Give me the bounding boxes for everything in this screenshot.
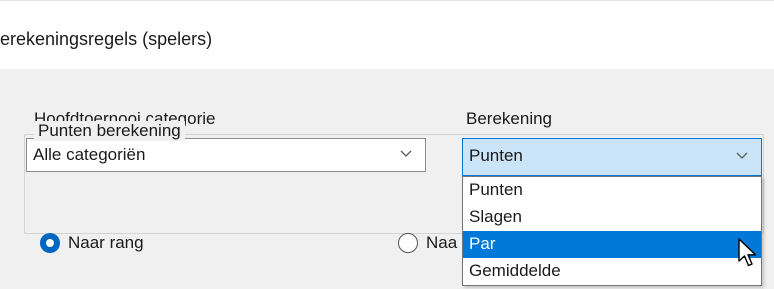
dropdown-item-par[interactable]: Par (463, 231, 761, 258)
window-titlebar: erekeningsregels (spelers) (0, 0, 774, 70)
dropdown-item-label: Slagen (469, 207, 522, 226)
points-calc-legend: Punten berekening (34, 121, 185, 141)
dropdown-item-label: Par (469, 234, 496, 253)
radio-naar-rang[interactable] (40, 233, 60, 253)
calc-dropdown-list: Punten Slagen Par Gemiddelde (462, 176, 762, 286)
dropdown-item-slagen[interactable]: Slagen (463, 204, 761, 231)
mouse-pointer-icon (738, 238, 757, 267)
radio-naar-rang-label[interactable]: Naar rang (68, 233, 144, 253)
dropdown-item-label: Punten (469, 180, 523, 199)
dropdown-item-gemiddelde[interactable]: Gemiddelde (463, 258, 761, 285)
dropdown-item-label: Gemiddelde (469, 261, 561, 280)
radio-second-option-label[interactable]: Naa (426, 233, 457, 253)
dropdown-item-punten[interactable]: Punten (463, 177, 761, 204)
calc-label: Berekening (466, 109, 553, 128)
radio-second-option[interactable] (398, 233, 418, 253)
window-title: erekeningsregels (spelers) (0, 29, 213, 49)
